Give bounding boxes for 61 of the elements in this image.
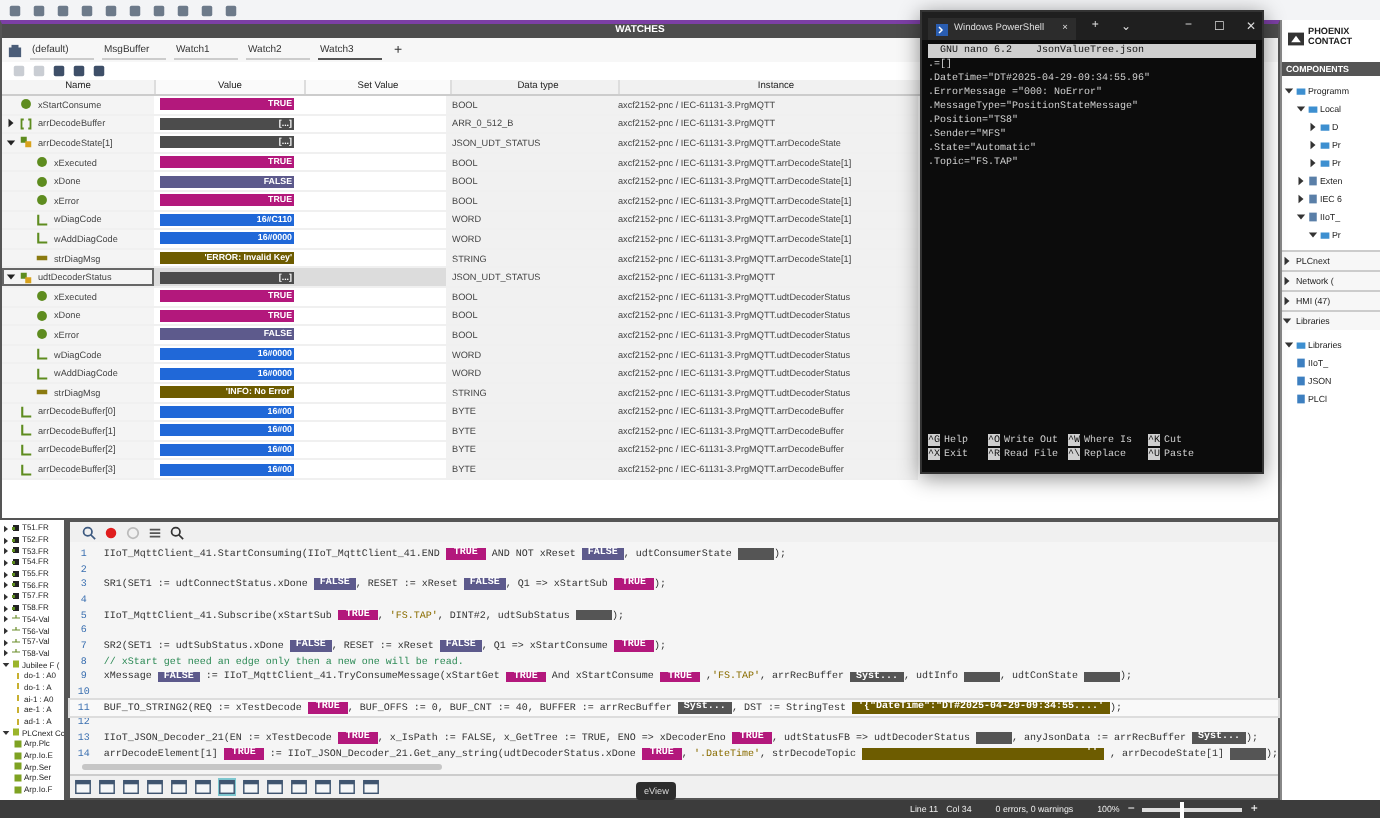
expander-icon[interactable] — [1282, 316, 1292, 326]
record-icon[interactable] — [103, 525, 118, 539]
dot-icon — [36, 175, 48, 188]
expander-icon[interactable] — [1296, 176, 1306, 186]
logo-icon — [1288, 31, 1304, 45]
watch-value — [575, 609, 612, 621]
module-icon — [12, 660, 20, 669]
window-icon[interactable] — [337, 778, 356, 796]
expander-icon[interactable] — [1296, 212, 1306, 222]
expander-icon[interactable] — [1282, 256, 1292, 266]
brackets-icon — [20, 117, 32, 130]
folder-icon — [1320, 230, 1330, 240]
window-icon[interactable] — [313, 778, 332, 796]
dot-icon — [20, 98, 32, 111]
struct-icon — [20, 136, 32, 149]
window-icon[interactable] — [193, 778, 212, 796]
expander-icon[interactable] — [1282, 276, 1292, 286]
search-icon[interactable] — [169, 525, 184, 539]
expander-icon[interactable] — [1308, 140, 1318, 150]
window-icon[interactable] — [265, 778, 284, 796]
expander-icon[interactable] — [1308, 158, 1318, 168]
expander-icon[interactable] — [1282, 296, 1292, 306]
window-icon[interactable] — [121, 778, 140, 796]
watch-value — [964, 671, 1001, 683]
struct-icon — [20, 271, 32, 284]
window-icon[interactable] — [73, 778, 92, 796]
watch-value — [975, 732, 1012, 744]
dot-icon — [36, 194, 48, 207]
expander-icon[interactable] — [2, 728, 10, 737]
window-icon[interactable] — [241, 778, 260, 796]
folder-icon — [1296, 340, 1306, 350]
expander-icon[interactable] — [6, 118, 16, 129]
expander-icon[interactable] — [1308, 230, 1318, 240]
expander-icon[interactable] — [2, 523, 10, 532]
expander-icon[interactable] — [1284, 340, 1294, 350]
scrollbar[interactable] — [81, 764, 442, 770]
expander-icon[interactable] — [1308, 122, 1318, 132]
slider-thumb[interactable] — [1179, 801, 1184, 817]
dot-icon — [36, 328, 48, 341]
watch-value — [1084, 671, 1121, 683]
list-icon[interactable] — [147, 525, 162, 539]
terminal-icon — [936, 23, 948, 35]
expander-icon[interactable] — [1296, 194, 1306, 204]
window-icon[interactable] — [97, 778, 116, 796]
expander-icon[interactable] — [1296, 104, 1306, 114]
expander-icon[interactable] — [1284, 86, 1294, 96]
expander-icon[interactable] — [6, 272, 16, 283]
search-icon[interactable] — [81, 525, 96, 539]
dot-icon — [36, 290, 48, 303]
expander-icon[interactable] — [6, 137, 16, 148]
window-icon[interactable] — [169, 778, 188, 796]
module-icon — [12, 728, 20, 737]
window-icon[interactable] — [361, 778, 380, 796]
window-icon[interactable] — [217, 778, 236, 796]
window-icon[interactable] — [289, 778, 308, 796]
watch-value — [1229, 747, 1266, 760]
line-icon — [12, 614, 20, 623]
window-icon[interactable] — [145, 778, 164, 796]
dot-icon — [36, 309, 48, 322]
watch-value — [737, 548, 774, 560]
dot-icon — [36, 156, 48, 169]
